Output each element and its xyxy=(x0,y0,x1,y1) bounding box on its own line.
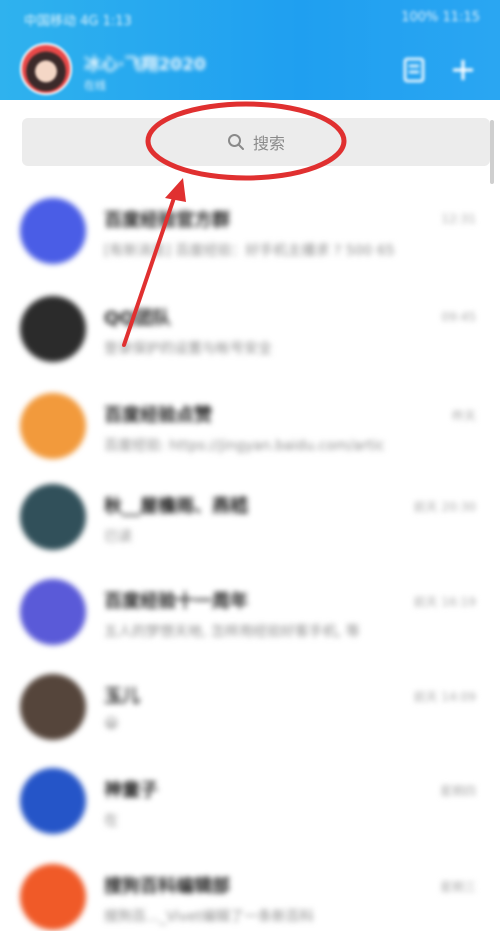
chat-last-message: 登录保护的设置与帐号安全 xyxy=(104,341,272,357)
chat-time: 前天 14:09 xyxy=(413,690,476,704)
chat-avatar[interactable] xyxy=(20,296,86,362)
chat-row[interactable]: QQ团队登录保护的设置与帐号安全 09:45 xyxy=(0,290,500,382)
chat-name: 玉儿 xyxy=(104,686,140,707)
chat-time: 09:45 xyxy=(441,310,476,324)
chat-avatar[interactable] xyxy=(20,393,86,459)
search-placeholder: 搜索 xyxy=(252,134,285,153)
chat-last-message: 搜狗百..._Vivet编辑了一条新百科 xyxy=(104,909,314,925)
status-bar: 中国移动 4G 1:13 100% 11:15 xyxy=(0,0,500,36)
search-bar[interactable]: 搜索 xyxy=(22,118,490,166)
chat-name: QQ团队 xyxy=(104,308,171,329)
avatar[interactable] xyxy=(20,43,72,95)
chat-avatar[interactable] xyxy=(20,198,86,264)
chat-row[interactable]: 神童子在 星期四 xyxy=(0,762,500,854)
chat-row[interactable]: 搜狗百科编辑部搜狗百..._Vivet编辑了一条新百科 星期三 xyxy=(0,858,500,931)
chat-time: 昨天 xyxy=(451,409,476,423)
chat-time: 星期三 xyxy=(439,880,476,894)
chat-last-message: 百度经验: https://jingyan.baidu.com/artic xyxy=(104,438,385,454)
chat-row[interactable]: 百度经验点赞百度经验: https://jingyan.baidu.com/ar… xyxy=(0,387,500,479)
chat-name: 百度经验点赞 xyxy=(104,405,212,426)
chat-avatar[interactable] xyxy=(20,674,86,740)
chat-avatar[interactable] xyxy=(20,579,86,645)
contacts-icon[interactable] xyxy=(400,56,428,84)
chat-list: 百度经验官方群 [有新消息] 百度经验：好手机主播求 ? 500 65 12:31 Q… xyxy=(0,180,500,931)
chat-time: 星期四 xyxy=(439,784,476,798)
chat-last-message: 在 xyxy=(104,813,118,829)
chat-last-message: 五人的梦想天地, 怎样用经验好客手机, 等 xyxy=(104,624,360,640)
profile-nickname[interactable]: 冰心·飞翔2020 xyxy=(84,50,206,75)
status-left-text: 中国移动 4G 1:13 xyxy=(24,14,132,29)
status-right-text: 100% 11:15 xyxy=(401,10,480,25)
scrollbar[interactable] xyxy=(490,120,494,184)
chat-row[interactable]: 百度经验十一周年五人的梦想天地, 怎样用经验好客手机, 等 前天 16:19 xyxy=(0,573,500,665)
chat-time: 12:31 xyxy=(441,212,476,226)
chat-row[interactable]: 玉儿 😀 前天 14:09 xyxy=(0,668,500,760)
chat-name: 百度经验官方群 xyxy=(104,210,230,231)
chat-last-message: [有新消息] 百度经验：好手机主播求 ? 500 65 xyxy=(104,243,395,259)
online-status[interactable]: 在线 xyxy=(84,77,106,93)
chat-last-message: 已读 xyxy=(104,529,132,545)
chat-row[interactable]: 百度经验官方群 [有新消息] 百度经验：好手机主播求 ? 500 65 12:31 xyxy=(0,192,500,284)
chat-name: 神童子 xyxy=(104,780,158,801)
chat-row[interactable]: 秋__屋檐雨、燕嵇已读 前天 20:30 xyxy=(0,478,500,570)
chat-name: 百度经验十一周年 xyxy=(104,591,248,612)
chat-last-message: 😀 xyxy=(104,716,119,732)
chat-name: 搜狗百科编辑部 xyxy=(104,876,230,897)
search-icon xyxy=(227,133,245,151)
chat-name: 秋__屋檐雨、燕嵇 xyxy=(104,496,248,517)
header-bar: 中国移动 4G 1:13 100% 11:15 冰心·飞翔2020 在线 xyxy=(0,0,500,100)
chat-avatar[interactable] xyxy=(20,768,86,834)
chat-avatar[interactable] xyxy=(20,484,86,550)
chat-avatar[interactable] xyxy=(20,864,86,930)
chat-time: 前天 16:19 xyxy=(413,595,476,609)
chat-time: 前天 20:30 xyxy=(413,500,476,514)
plus-icon[interactable] xyxy=(449,56,477,84)
